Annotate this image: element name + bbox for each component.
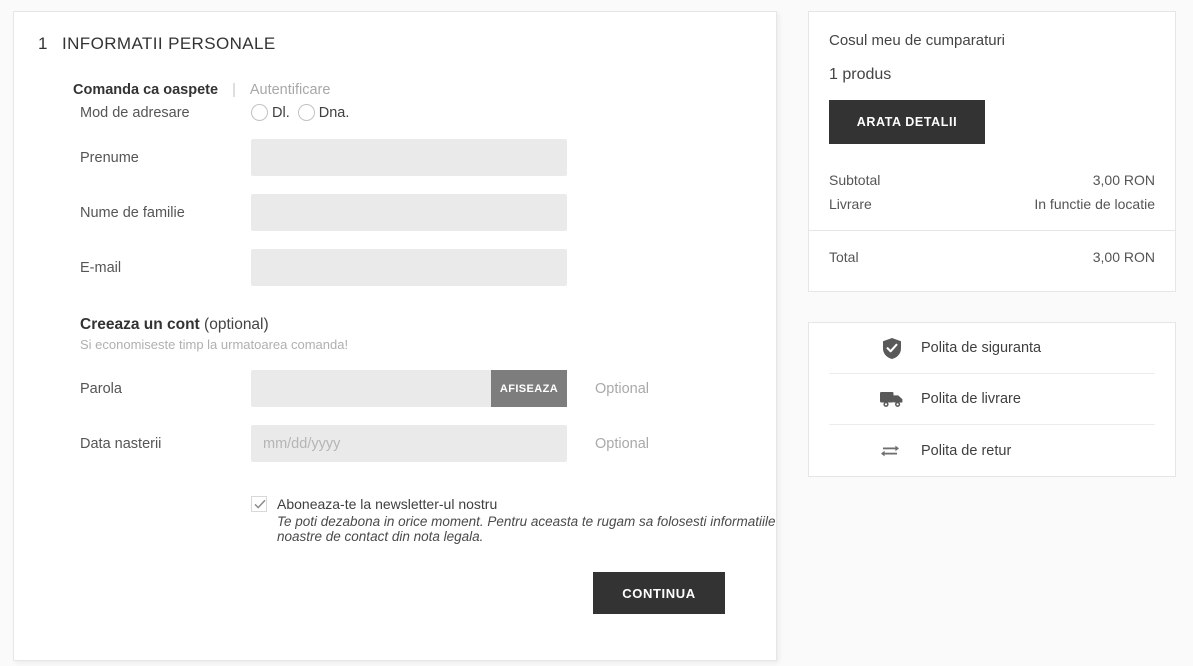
cart-summary-rows: Subtotal 3,00 RON Livrare In functie de … [809, 162, 1175, 231]
firstname-label: Prenume [80, 149, 139, 166]
cart-total-block: Total 3,00 RON [809, 231, 1175, 291]
shipping-label: Livrare [829, 196, 872, 212]
total-value: 3,00 RON [1092, 249, 1155, 265]
continue-button[interactable]: CONTINUA [593, 572, 725, 615]
firstname-input[interactable] [251, 139, 567, 176]
radio-option-mrs[interactable]: Dna. [297, 104, 350, 121]
page-title: INFORMATII PERSONALE [62, 34, 276, 53]
policy-label-security: Polita de siguranta [921, 340, 1042, 356]
firstname-row: Prenume [80, 139, 776, 176]
lastname-row: Nume de familie [80, 194, 776, 231]
policy-link-delivery[interactable]: Polita de livrare [829, 374, 1155, 425]
radio-option-mr[interactable]: Dl. [251, 104, 290, 121]
email-label: E-mail [80, 259, 122, 276]
password-row: Parola AFISEAZA Optional [80, 370, 776, 407]
subtotal-value: 3,00 RON [1092, 172, 1155, 188]
email-row: E-mail [80, 249, 776, 286]
birthdate-row: Data nasterii Optional [80, 425, 776, 462]
policy-link-security[interactable]: Polita de siguranta [829, 323, 1155, 374]
subtotal-label: Subtotal [829, 172, 881, 188]
checkout-mode-tabs: Comanda ca oaspete | Autentificare [73, 82, 776, 98]
total-label: Total [829, 249, 859, 265]
salutation-radio-group: Dl. Dna. [251, 104, 357, 121]
radio-label-mr: Dl. [272, 104, 290, 121]
continue-button-wrapper: CONTINUA [14, 572, 725, 615]
create-account-heading-optional: (optional) [199, 316, 269, 333]
show-details-button[interactable]: ARATA DETALII [829, 100, 985, 144]
radio-circle-icon[interactable] [251, 104, 268, 121]
create-account-heading: Creeaza un cont (optional) [80, 316, 776, 334]
lastname-input[interactable] [251, 194, 567, 231]
policy-label-delivery: Polita de livrare [921, 391, 1021, 407]
salutation-label: Mod de adresare [80, 104, 190, 121]
birthdate-input[interactable] [251, 425, 567, 462]
tab-guest-checkout[interactable]: Comanda ca oaspete [73, 82, 218, 98]
shipping-row: Livrare In functie de locatie [829, 196, 1155, 212]
step-number: 1 [38, 34, 48, 53]
birthdate-optional-note: Optional [595, 435, 650, 452]
step-header: 1 INFORMATII PERSONALE [14, 12, 776, 54]
policy-label-return: Polita de retur [921, 442, 1012, 459]
salutation-row: Mod de adresare Dl. Dna. [80, 104, 776, 121]
radio-label-mrs: Dna. [318, 104, 350, 121]
shield-check-icon [877, 337, 907, 360]
newsletter-text-block: Aboneaza-te la newsletter-ul nostru Te p… [277, 494, 776, 544]
radio-circle-icon[interactable] [297, 104, 315, 121]
shipping-value: In functie de locatie [1034, 196, 1155, 212]
subtotal-row: Subtotal 3,00 RON [829, 172, 1155, 188]
policy-links-card: Polita de siguranta Polita de livrare Po… [808, 322, 1176, 477]
cart-title: Cosul meu de cumparaturi [829, 32, 1005, 49]
total-row: Total 3,00 RON [829, 249, 1155, 265]
create-account-subtitle: Si economiseste timp la urmatoarea coman… [80, 337, 349, 352]
newsletter-note: Te poti dezabona in orice moment. Pentru… [277, 514, 776, 545]
lastname-label: Nume de familie [80, 204, 185, 221]
tab-login[interactable]: Autentificare [250, 82, 331, 98]
checkout-page: 1 INFORMATII PERSONALE Comanda ca oaspet… [0, 0, 1193, 666]
tab-separator: | [232, 82, 236, 98]
password-input-wrapper: AFISEAZA [251, 370, 567, 407]
cart-summary-card: Cosul meu de cumparaturi 1 produs ARATA … [808, 11, 1176, 292]
checkout-sidebar: Cosul meu de cumparaturi 1 produs ARATA … [808, 11, 1176, 477]
newsletter-checkbox[interactable] [251, 496, 267, 512]
password-optional-note: Optional [595, 380, 650, 397]
cart-item-count: 1 produs [829, 66, 892, 83]
checkmark-icon [254, 499, 266, 509]
password-label: Parola [80, 380, 122, 397]
policy-link-return[interactable]: Polita de retur [829, 425, 1155, 476]
cart-header: Cosul meu de cumparaturi 1 produs ARATA … [809, 12, 1175, 162]
personal-information-panel: 1 INFORMATII PERSONALE Comanda ca oaspet… [13, 11, 777, 661]
exchange-arrows-icon [877, 441, 907, 461]
truck-icon [877, 389, 907, 409]
newsletter-label: Aboneaza-te la newsletter-ul nostru [277, 496, 498, 512]
newsletter-block: Aboneaza-te la newsletter-ul nostru Te p… [251, 494, 776, 544]
birthdate-label: Data nasterii [80, 435, 162, 452]
create-account-heading-bold: Creeaza un cont [80, 316, 200, 333]
email-field[interactable] [251, 249, 567, 286]
show-password-button[interactable]: AFISEAZA [491, 370, 567, 407]
